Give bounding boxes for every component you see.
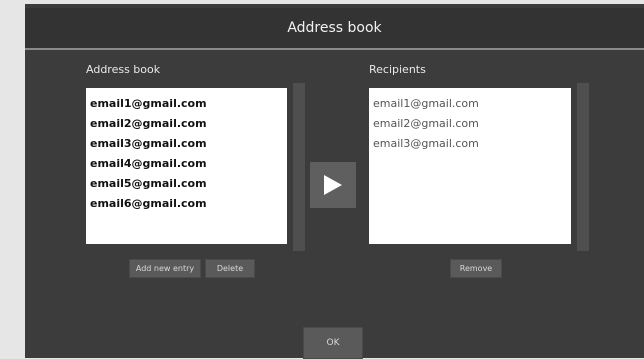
- list-item[interactable]: email2@gmail.com: [90, 114, 287, 134]
- list-item[interactable]: email3@gmail.com: [90, 134, 287, 154]
- list-item[interactable]: email6@gmail.com: [90, 194, 287, 214]
- address-book-list[interactable]: email1@gmail.com email2@gmail.com email3…: [86, 88, 287, 244]
- play-arrow-icon: [324, 175, 342, 195]
- move-to-recipients-button[interactable]: [310, 162, 356, 208]
- list-item[interactable]: email1@gmail.com: [90, 94, 287, 114]
- list-item[interactable]: email5@gmail.com: [90, 174, 287, 194]
- list-item[interactable]: email1@gmail.com: [373, 94, 571, 114]
- recipients-label: Recipients: [369, 63, 426, 76]
- address-book-scrollbar[interactable]: [293, 83, 305, 251]
- address-book-dialog: Address book Address book email1@gmail.c…: [25, 0, 644, 359]
- recipients-list[interactable]: email1@gmail.com email2@gmail.com email3…: [369, 88, 571, 244]
- remove-button[interactable]: Remove: [450, 259, 502, 278]
- dialog-title-bar: Address book: [25, 8, 644, 50]
- list-item[interactable]: email4@gmail.com: [90, 154, 287, 174]
- add-new-entry-button[interactable]: Add new entry: [129, 259, 201, 278]
- list-item[interactable]: email2@gmail.com: [373, 114, 571, 134]
- delete-button[interactable]: Delete: [205, 259, 255, 278]
- address-book-label: Address book: [86, 63, 161, 76]
- dialog-title: Address book: [287, 20, 382, 36]
- recipients-scrollbar[interactable]: [577, 83, 589, 251]
- ok-button[interactable]: OK: [303, 327, 363, 359]
- list-item[interactable]: email3@gmail.com: [373, 134, 571, 154]
